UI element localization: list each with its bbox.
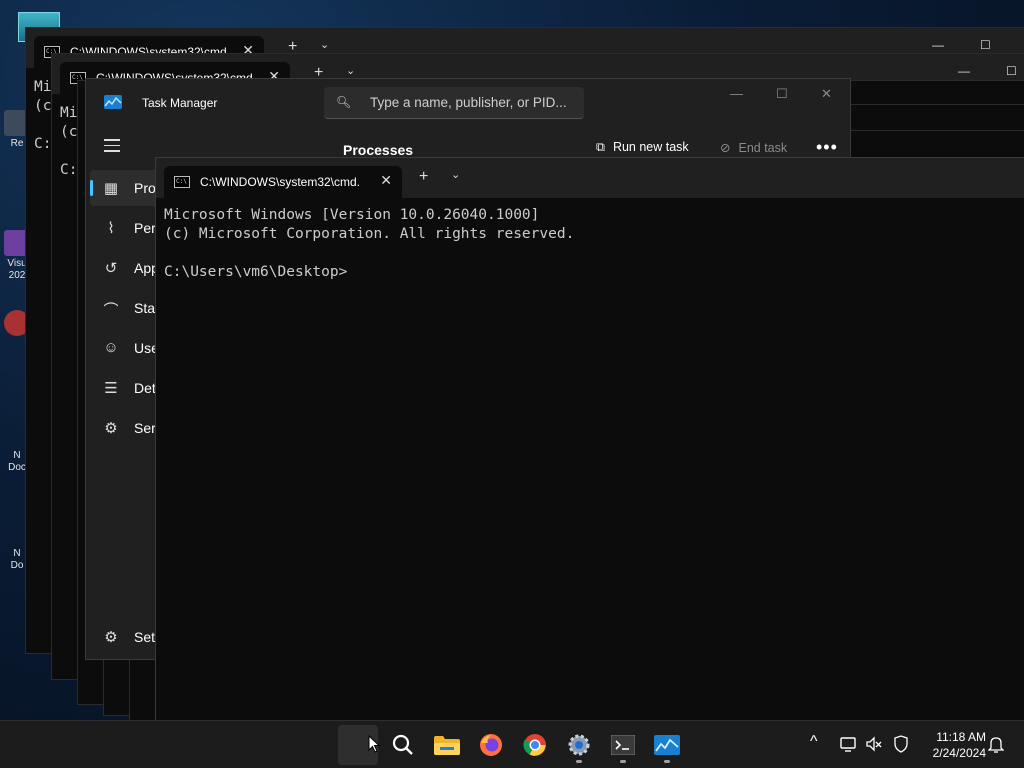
nav-item-startup-apps[interactable]: ⌒ Startup apps	[90, 290, 213, 326]
minimize-button[interactable]: —	[958, 64, 970, 78]
close-tab-icon[interactable]: ✕	[380, 172, 392, 189]
search-icon	[392, 734, 413, 755]
tab-bar: C:\WINDOWS\system32\cmd. ✕ + ⌄	[156, 158, 1024, 198]
chrome-icon	[523, 734, 546, 756]
users-icon: ☺	[103, 339, 119, 356]
terminal-window[interactable]: C:\WINDOWS\system32\cmd. ✕ + ⌄ Microsoft…	[155, 157, 1024, 722]
nav-item-users[interactable]: ☺ Users	[90, 330, 170, 366]
firefox-icon	[480, 734, 502, 756]
terminal-output[interactable]: Microsoft Windows [Version 10.0.26040.10…	[164, 206, 574, 282]
desktop-icon-label: N Doc	[8, 450, 26, 473]
settings-button[interactable]	[559, 725, 599, 765]
firefox-button[interactable]	[471, 725, 511, 765]
run-new-task-label: Run new task	[612, 140, 689, 154]
nav-item-settings[interactable]: ⚙ Settings	[90, 619, 184, 655]
task-manager-logo-icon	[104, 95, 122, 109]
terminal-button[interactable]	[603, 725, 643, 765]
terminal-output: Mi (c C:	[60, 105, 78, 178]
task-manager-button[interactable]	[647, 725, 687, 765]
desktop-icon-label: N Do	[10, 548, 24, 571]
run-task-icon: ⧉	[596, 140, 605, 154]
taskbar: ^ 11:18 AM 2/24/2024	[0, 720, 1024, 768]
end-task-button[interactable]: ⊘ End task	[720, 140, 787, 155]
mouse-cursor-icon	[368, 735, 380, 753]
process-search-input[interactable]: 🔍︎ Type a name, publisher, or PID...	[324, 87, 584, 119]
services-icon: ⚙	[104, 420, 118, 437]
app-history-icon: ↺	[104, 260, 118, 277]
task-manager-icon	[654, 735, 680, 755]
run-new-task-button[interactable]: ⧉ Run new task	[596, 140, 689, 155]
chevron-down-icon[interactable]: ⌄	[320, 38, 329, 51]
settings-gear-icon: ⚙	[104, 629, 118, 646]
maximize-button[interactable]: ☐	[1006, 64, 1017, 78]
nav-item-app-history[interactable]: ↺ App history	[90, 250, 204, 286]
clock-time: 11:18 AM	[936, 730, 986, 744]
volume-muted-icon[interactable]	[865, 735, 883, 753]
details-icon: ☰	[104, 380, 118, 397]
chevron-down-icon[interactable]: ⌄	[346, 64, 355, 77]
clock-date: 2/24/2024	[932, 746, 986, 760]
nav-item-services[interactable]: ⚙ Services	[90, 410, 187, 446]
search-button[interactable]	[383, 725, 423, 765]
more-options-button[interactable]: •••	[816, 137, 838, 158]
start-button[interactable]	[338, 725, 380, 765]
end-task-label: End task	[738, 141, 788, 155]
settings-gear-icon	[568, 734, 590, 756]
startup-icon: ⌒	[103, 302, 119, 319]
terminal-tab-active[interactable]: C:\WINDOWS\system32\cmd. ✕	[164, 166, 402, 198]
hamburger-menu-icon[interactable]	[104, 139, 120, 156]
chrome-button[interactable]	[515, 725, 555, 765]
nav-item-details[interactable]: ☰ Details	[90, 370, 177, 406]
performance-icon: ⌇	[107, 220, 115, 237]
running-indicator	[620, 760, 626, 763]
active-indicator	[90, 180, 93, 196]
end-task-icon: ⊘	[720, 141, 731, 155]
new-tab-button[interactable]: +	[419, 168, 428, 186]
minimize-button[interactable]: —	[730, 86, 743, 101]
tab-title: C:\WINDOWS\system32\cmd.	[200, 175, 361, 189]
processes-icon: ▦	[103, 180, 119, 197]
maximize-button[interactable]: ☐	[980, 38, 991, 52]
page-title: Processes	[343, 142, 414, 158]
search-icon: 🔍︎	[336, 95, 352, 109]
window-title: Task Manager	[142, 96, 218, 110]
tab-dropdown-icon[interactable]: ⌄	[451, 168, 460, 181]
cmd-icon	[174, 176, 190, 188]
folder-icon	[434, 736, 460, 755]
file-explorer-button[interactable]	[427, 725, 467, 765]
minimize-button[interactable]: —	[932, 38, 944, 52]
search-placeholder: Type a name, publisher, or PID...	[370, 95, 567, 110]
maximize-button[interactable]: ☐	[776, 86, 788, 102]
nav-item-performance[interactable]: ⌇ Performance	[90, 210, 214, 246]
terminal-icon	[611, 735, 635, 755]
desktop-icon-label: Re	[10, 138, 24, 149]
terminal-output: Mi (c C:	[34, 79, 52, 152]
nav-item-processes[interactable]: ▦ Processes	[90, 170, 199, 206]
desktop-icon-label: Visu 202	[7, 258, 27, 281]
clock[interactable]: 11:18 AM 2/24/2024	[918, 729, 986, 761]
security-shield-icon[interactable]	[892, 735, 910, 753]
running-indicator	[576, 760, 582, 763]
notifications-bell-icon[interactable]	[988, 735, 1004, 753]
tray-overflow-chevron-icon[interactable]: ^	[810, 733, 818, 751]
network-icon[interactable]	[840, 735, 858, 753]
running-indicator	[664, 760, 670, 763]
close-button[interactable]: ✕	[821, 86, 832, 102]
